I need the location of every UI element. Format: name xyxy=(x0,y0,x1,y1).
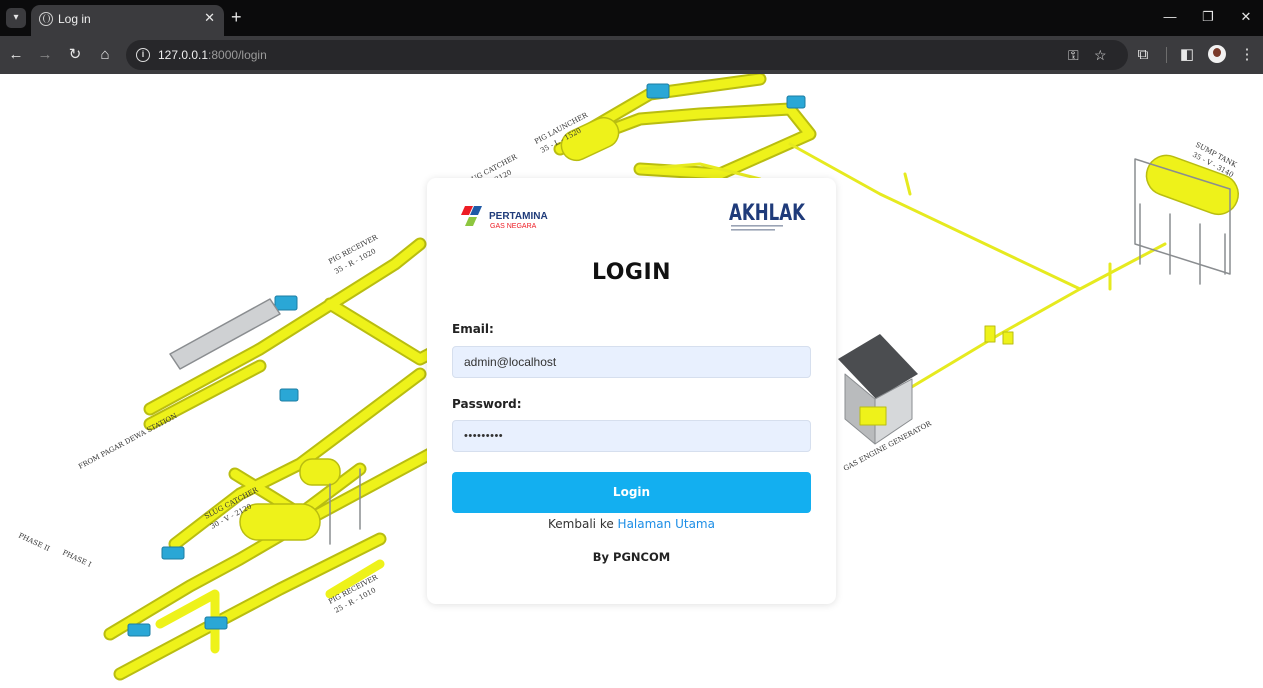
login-card: PERTAMINA GAS NEGARA AKHLAK LOGIN Email:… xyxy=(427,178,836,604)
star-icon[interactable]: ☆ xyxy=(1094,46,1107,64)
browser-toolbar: ← → ↻ ⌂ i 127.0.0.1:8000/login ⚿ ☆ ⧉ ◧ ⋮ xyxy=(0,36,1263,74)
login-button[interactable]: Login xyxy=(452,472,811,513)
akhlak-logo-text: AKHLAK xyxy=(729,201,806,226)
window-close-icon[interactable]: ✕ xyxy=(1236,9,1256,25)
kebab-menu-icon[interactable]: ⋮ xyxy=(1237,45,1257,65)
login-page: PIG RECEIVER 35 - R - 1020 SLUG CATCHER … xyxy=(0,74,1263,688)
footer-credit: By PGNCOM xyxy=(592,550,671,564)
back-text: Kembali ke xyxy=(548,517,614,531)
plus-icon[interactable]: + xyxy=(231,8,242,26)
globe-icon xyxy=(39,12,53,26)
browser-tab-bar: ▾ Log in ✕ + — ❐ ✕ xyxy=(0,0,1263,36)
key-icon[interactable]: ⚿ xyxy=(1068,46,1079,64)
close-icon[interactable]: ✕ xyxy=(204,11,215,25)
back-to-home-text: Kembali ke Halaman Utama xyxy=(427,517,836,531)
password-label: Password: xyxy=(452,397,522,411)
tab-title: Log in xyxy=(58,12,91,26)
home-icon[interactable]: ⌂ xyxy=(95,45,115,65)
restore-icon[interactable]: ❐ xyxy=(1198,9,1218,25)
chevron-down-icon[interactable]: ▾ xyxy=(6,8,26,28)
bg-label-phase-ii: PHASE II xyxy=(17,532,51,554)
pertamina-logo-name: PERTAMINA xyxy=(489,211,548,222)
address-bar[interactable]: i 127.0.0.1:8000/login ⚿ ☆ xyxy=(126,40,1128,70)
browser-tab[interactable]: Log in ✕ xyxy=(31,5,224,36)
arrow-right-icon[interactable]: → xyxy=(35,45,55,65)
akhlak-logo: AKHLAK xyxy=(729,201,806,231)
toolbar-divider xyxy=(1166,47,1167,63)
url-text: 127.0.0.1:8000/login xyxy=(158,48,267,62)
page-title: LOGIN xyxy=(591,260,672,285)
pertamina-gas-negara-logo: PERTAMINA GAS NEGARA xyxy=(461,206,548,230)
bg-label-phase-i: PHASE I xyxy=(61,549,92,569)
email-field[interactable]: admin@localhost xyxy=(452,346,811,378)
reload-icon[interactable]: ↻ xyxy=(65,45,85,65)
pertamina-logo-sub: GAS NEGARA xyxy=(490,223,537,230)
email-label: Email: xyxy=(452,322,494,336)
password-field[interactable]: ••••••••• xyxy=(452,420,811,452)
home-link[interactable]: Halaman Utama xyxy=(618,517,715,531)
puzzle-icon[interactable]: ⧉ xyxy=(1133,45,1153,65)
arrow-left-icon[interactable]: ← xyxy=(6,45,26,65)
info-icon[interactable]: i xyxy=(136,48,150,62)
minimize-icon[interactable]: — xyxy=(1160,9,1180,25)
avatar[interactable] xyxy=(1208,45,1226,63)
bg-label-from-pagar-dewa: FROM PAGAR DEWA STATION xyxy=(77,412,178,471)
side-panel-icon[interactable]: ◧ xyxy=(1177,45,1197,65)
